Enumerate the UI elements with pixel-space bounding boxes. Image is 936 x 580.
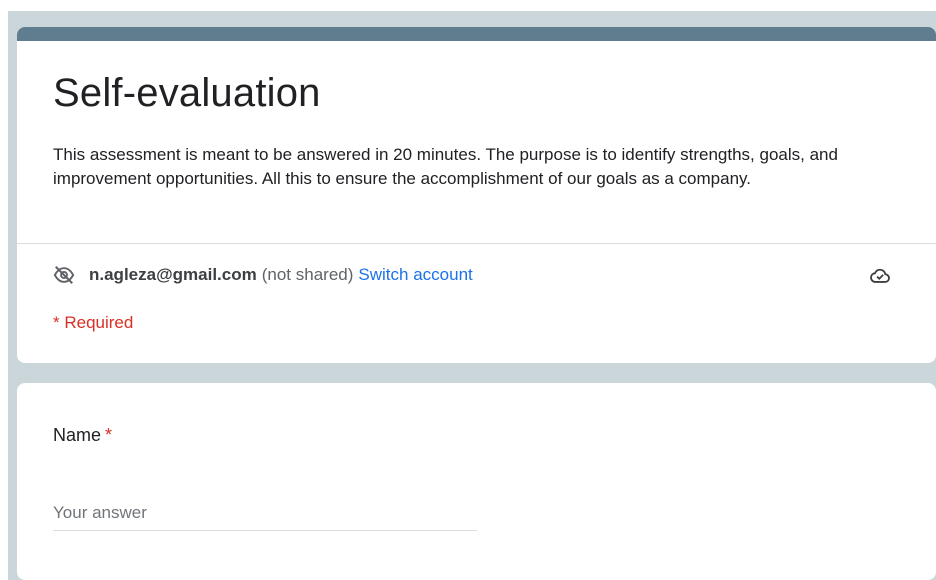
question-title: Name * <box>53 425 112 446</box>
question-label: Name <box>53 425 102 445</box>
question-card-name: Name * <box>17 383 936 580</box>
header-divider <box>17 243 936 244</box>
theme-accent-bar <box>17 27 936 41</box>
account-visibility: (not shared) <box>261 265 354 284</box>
eye-off-icon <box>53 264 75 286</box>
account-email: n.agleza@gmail.com <box>89 265 257 284</box>
form-description: This assessment is meant to be answered … <box>53 145 838 188</box>
name-answer-input[interactable] <box>53 495 477 531</box>
account-row: n.agleza@gmail.com (not shared) Switch a… <box>53 263 473 287</box>
form-header-card: Self-evaluation This assessment is meant… <box>17 27 936 363</box>
cloud-check-icon[interactable] <box>869 265 891 287</box>
required-note: * Required <box>53 313 134 332</box>
required-asterisk: * <box>105 425 113 445</box>
form-title: Self-evaluation <box>53 71 321 115</box>
switch-account-link[interactable]: Switch account <box>358 265 472 285</box>
